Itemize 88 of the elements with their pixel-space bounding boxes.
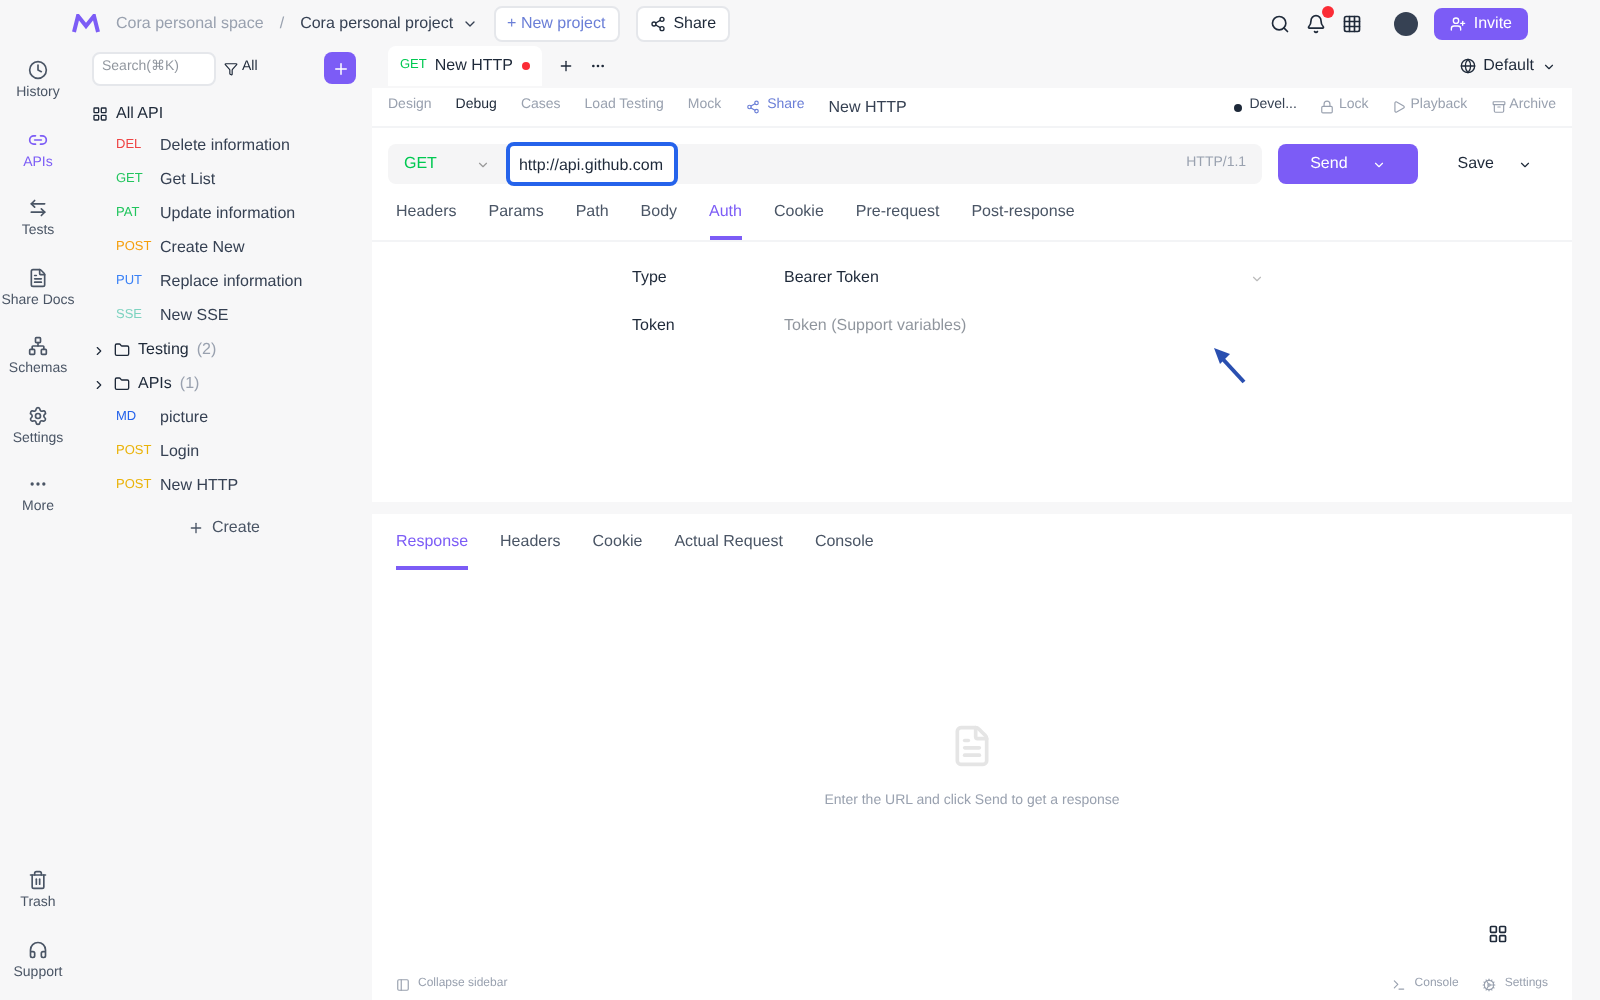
field-label: Type: [632, 266, 669, 290]
environment-selector[interactable]: Default: [1459, 54, 1556, 78]
save-button[interactable]: Save: [1433, 144, 1556, 184]
send-button[interactable]: Send: [1278, 144, 1418, 184]
link-icon: [27, 129, 48, 149]
play-icon: [1392, 100, 1407, 114]
empty-state-icon: [950, 724, 994, 769]
user-plus-icon: [1449, 16, 1466, 32]
api-name: Delete information: [160, 134, 290, 158]
tab[interactable]: Params: [488, 200, 544, 240]
url-field[interactable]: http://api.github.com: [506, 142, 679, 186]
caret-icon: [1542, 59, 1556, 73]
arrow-annotation: [1212, 346, 1248, 386]
api-name: New SSE: [160, 304, 229, 328]
item-count: (1): [179, 372, 200, 396]
filter-icon: [224, 61, 238, 76]
sidebar-icon: [396, 977, 410, 991]
new-project-button[interactable]: + New project: [493, 6, 620, 42]
arrows-icon: [28, 198, 48, 218]
tab[interactable]: Console: [814, 530, 874, 570]
lock-icon: [1320, 100, 1335, 114]
api-name: Create New: [160, 236, 245, 260]
folder-name: APIs: [138, 372, 172, 396]
breadcrumb-separator: /: [279, 12, 285, 36]
item-count: (2): [196, 338, 217, 362]
caret-icon: [1250, 271, 1264, 285]
folder-icon: [114, 376, 130, 392]
tab[interactable]: Actual Request: [674, 530, 783, 570]
chevron-icon: [92, 377, 106, 391]
api-name: Get List: [160, 168, 216, 192]
tab[interactable]: Pre-request: [855, 200, 940, 240]
tree-root[interactable]: All API: [116, 101, 164, 125]
caret-icon: [476, 157, 491, 171]
share-button[interactable]: Share: [635, 6, 731, 42]
apps-icon[interactable]: [1341, 14, 1362, 34]
add-button[interactable]: [324, 52, 356, 85]
bell-icon[interactable]: [1305, 14, 1326, 34]
project-selector[interactable]: Cora personal project: [300, 12, 478, 36]
api-name: picture: [160, 406, 209, 430]
folder-item[interactable]: Testing (2): [92, 337, 356, 363]
caret-icon: [1371, 157, 1386, 171]
tab-title: New HTTP: [434, 54, 513, 78]
tab[interactable]: Headers: [500, 530, 561, 570]
chevron-icon: [92, 343, 106, 357]
gear-icon: [1482, 977, 1497, 991]
caret-icon: [1518, 157, 1532, 171]
tab[interactable]: Headers: [396, 200, 457, 240]
create-button[interactable]: Create: [187, 515, 260, 539]
token-field[interactable]: Token (Support variables): [784, 314, 1264, 338]
api-name: Replace information: [160, 270, 303, 294]
terminal-icon: [1392, 977, 1407, 991]
grid-icon[interactable]: [1488, 924, 1508, 944]
document-icon: [27, 267, 48, 287]
tab[interactable]: Post-response: [971, 200, 1075, 240]
folder-item[interactable]: APIs (1): [92, 371, 356, 397]
tab[interactable]: Body: [640, 200, 678, 240]
type-selector[interactable]: Bearer Token: [784, 266, 1264, 290]
tab[interactable]: Auth: [709, 200, 742, 240]
clock-icon: [28, 60, 48, 80]
tab[interactable]: Response: [396, 530, 469, 570]
folder-name: Testing: [138, 338, 189, 362]
avatar[interactable]: [1393, 12, 1418, 36]
caret-icon: [461, 16, 478, 32]
gear-icon: [27, 405, 48, 425]
plus-icon[interactable]: [557, 58, 573, 74]
network-icon: [28, 336, 48, 356]
field-label: Token: [632, 314, 677, 338]
share-icon: [745, 100, 760, 114]
plus-icon: [331, 59, 349, 78]
api-name: Update information: [160, 202, 296, 226]
archive-icon: [1491, 100, 1506, 114]
tab[interactable]: Cookie: [592, 530, 643, 570]
folder-icon: [114, 342, 130, 358]
api-name: Login: [160, 440, 200, 464]
workspace-name: Cora personal space: [116, 12, 264, 36]
trash-icon: [27, 870, 48, 890]
grid-icon: [92, 105, 108, 121]
tab[interactable]: Path: [575, 200, 609, 240]
api-title: New HTTP: [828, 95, 907, 119]
globe-icon: [1459, 58, 1476, 74]
invite-button[interactable]: Invite: [1433, 8, 1528, 40]
tab[interactable]: Cookie: [773, 200, 824, 240]
logo-icon: [72, 14, 100, 34]
search-icon[interactable]: [1269, 14, 1290, 34]
headset-icon: [28, 939, 48, 959]
share-icon: [649, 16, 666, 32]
api-name: New HTTP: [160, 474, 239, 498]
plus-icon: [187, 519, 204, 535]
